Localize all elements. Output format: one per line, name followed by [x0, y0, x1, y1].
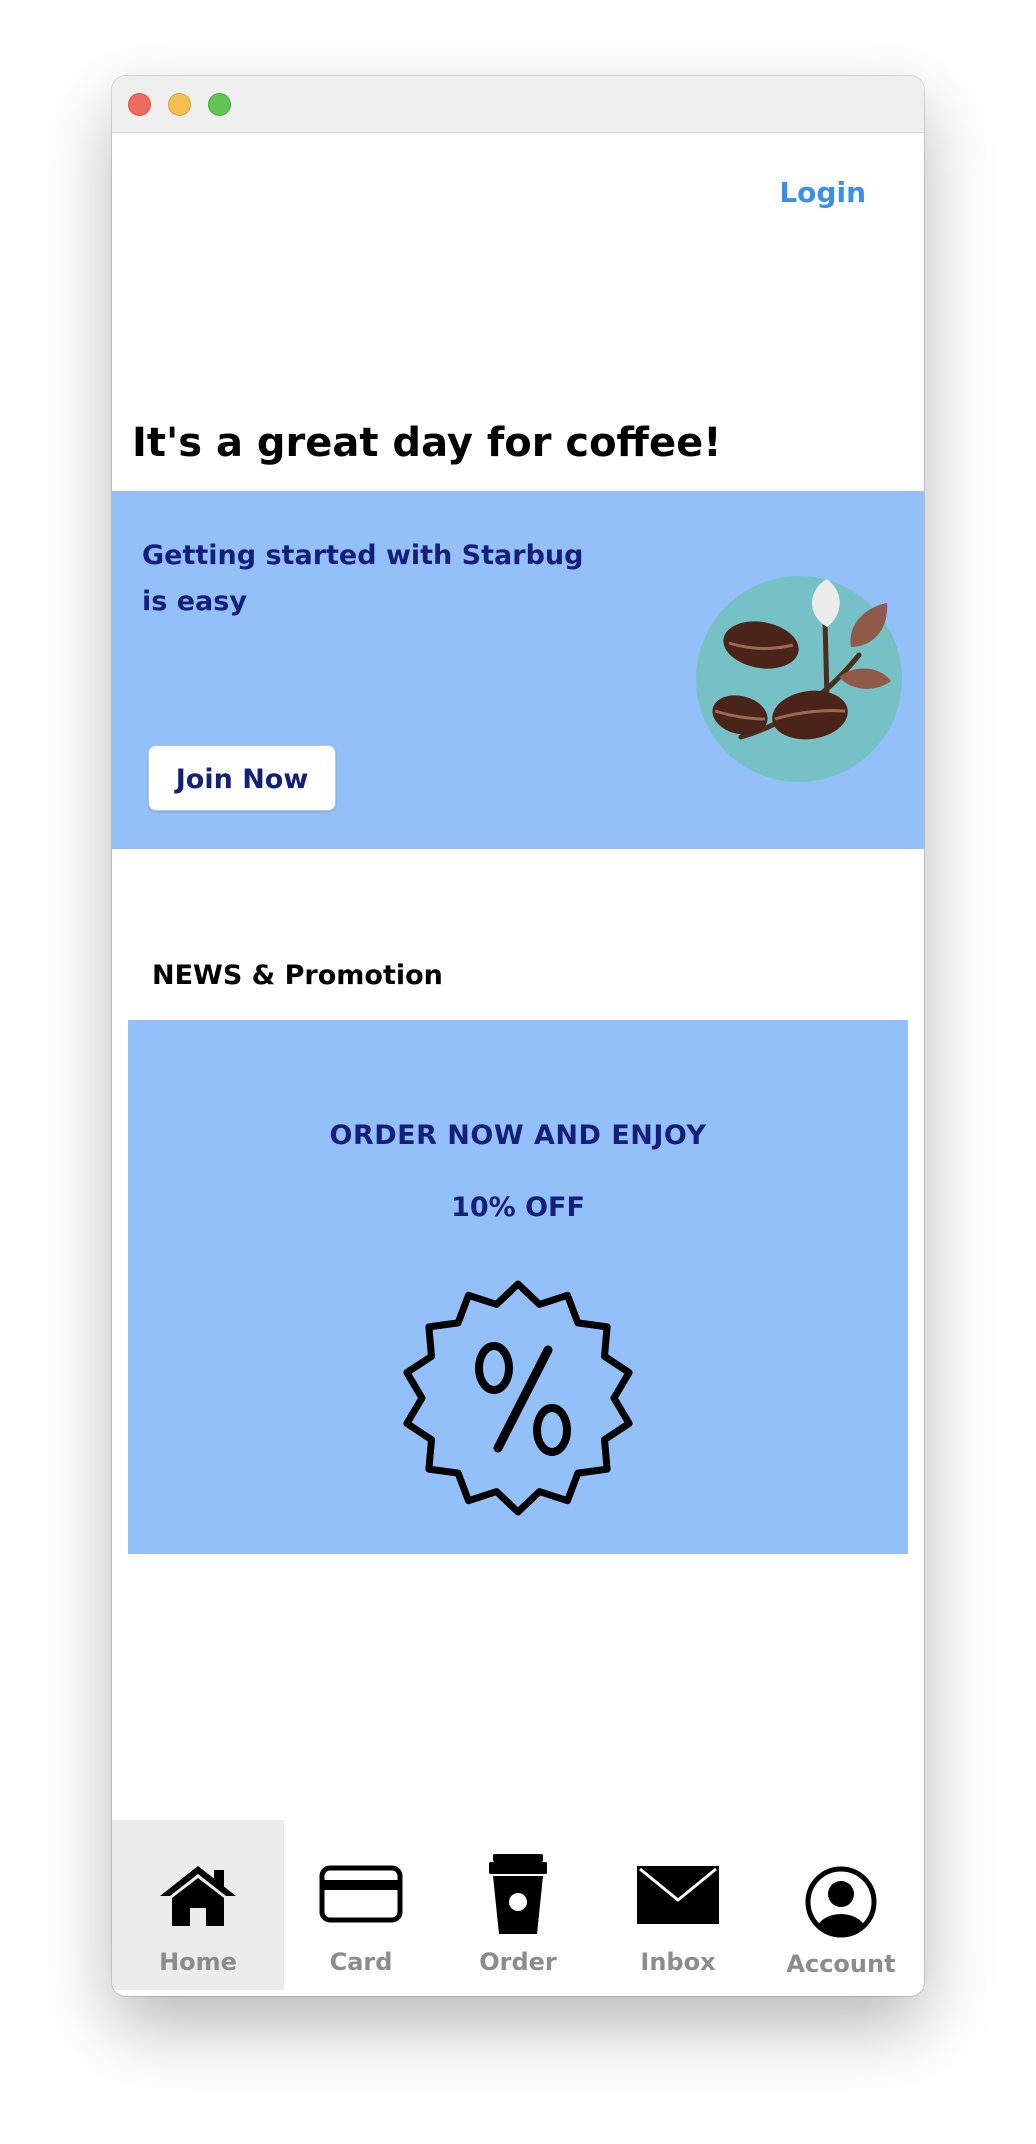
card-icon — [319, 1865, 403, 1923]
join-now-button[interactable]: Join Now — [148, 745, 336, 811]
tab-home-label: Home — [159, 1948, 237, 1976]
tab-inbox-label: Inbox — [640, 1948, 716, 1976]
tab-order-label: Order — [479, 1948, 557, 1976]
maximize-window-button[interactable] — [208, 93, 231, 116]
close-window-button[interactable] — [128, 93, 151, 116]
minimize-window-button[interactable] — [168, 93, 191, 116]
home-icon — [160, 1866, 236, 1926]
tab-card[interactable]: Card — [284, 1820, 438, 1990]
tab-order[interactable]: Order — [438, 1820, 598, 1990]
tab-account-label: Account — [786, 1950, 896, 1978]
title-bar — [112, 76, 924, 133]
join-banner-text: Getting started with Starbug is easy — [142, 540, 584, 617]
mail-icon — [637, 1866, 719, 1924]
promo-discount: 10% OFF — [451, 1192, 585, 1223]
tab-home[interactable]: Home — [112, 1820, 284, 1990]
percent-badge-icon — [403, 1280, 633, 1516]
greeting-heading: It's a great day for coffee! — [132, 420, 722, 466]
app-window: Login It's a great day for coffee! Getti… — [112, 76, 924, 1996]
news-section-title: NEWS & Promotion — [152, 960, 443, 991]
coffee-beans-icon — [696, 576, 902, 782]
promo-card[interactable]: ORDER NOW AND ENJOY 10% OFF — [128, 1020, 908, 1554]
tab-inbox[interactable]: Inbox — [598, 1820, 758, 1990]
tab-account[interactable]: Account — [758, 1820, 924, 1990]
tab-card-label: Card — [329, 1948, 393, 1976]
login-link[interactable]: Login — [779, 176, 866, 209]
bottom-tab-bar: Home Card Order Inbox Account — [112, 1820, 924, 1996]
cup-icon — [489, 1854, 547, 1934]
promo-headline: ORDER NOW AND ENJOY — [329, 1120, 707, 1151]
account-icon — [805, 1866, 877, 1938]
join-banner: Getting started with Starbug is easy Joi… — [112, 491, 924, 849]
